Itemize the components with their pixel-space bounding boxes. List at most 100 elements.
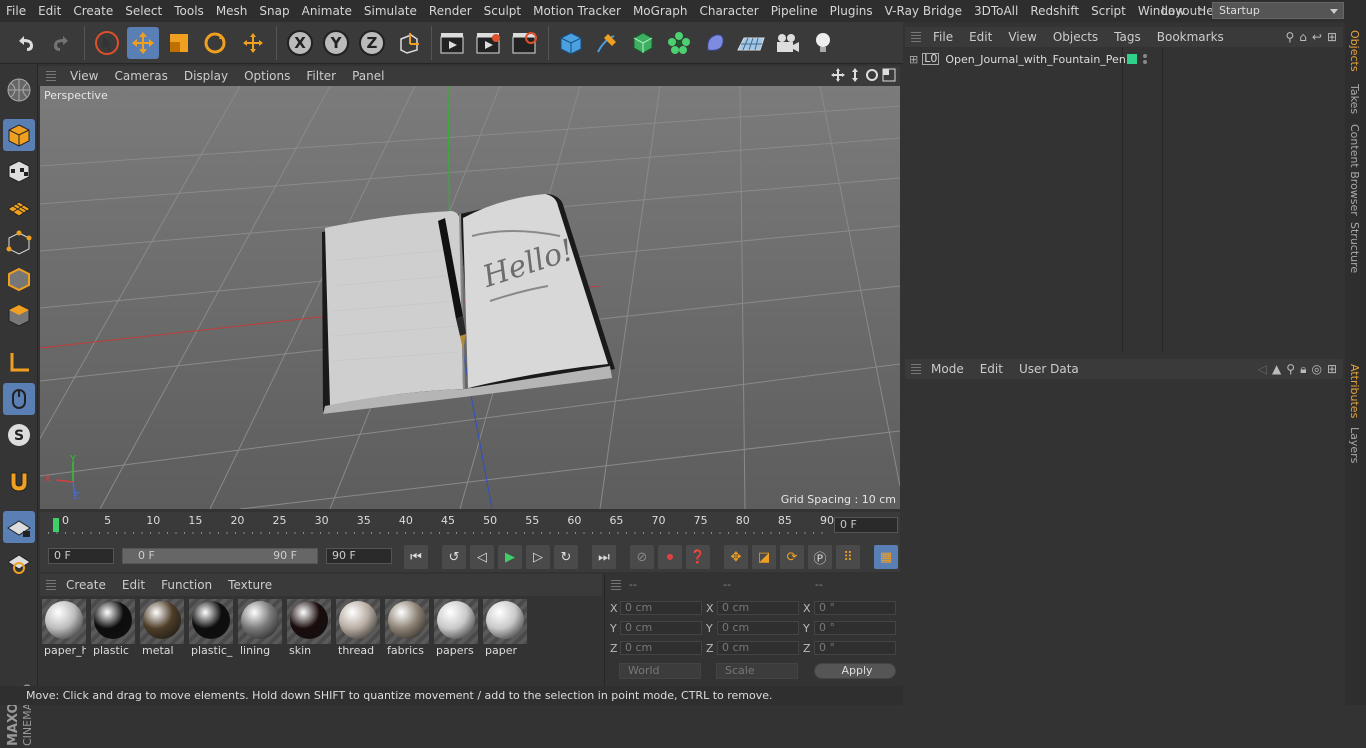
object-menu-tags[interactable]: Tags: [1106, 30, 1149, 44]
material-swatch[interactable]: fabrics: [385, 599, 429, 658]
preview-range-slider[interactable]: 0 F 90 F: [122, 548, 318, 564]
back-icon[interactable]: ↩: [1312, 30, 1322, 44]
target-icon[interactable]: ◎: [1311, 362, 1321, 377]
object-grip-icon[interactable]: [911, 32, 921, 42]
material-swatch[interactable]: plastic_(: [189, 599, 233, 658]
viewport-menu-panel[interactable]: Panel: [344, 69, 392, 83]
play-button[interactable]: ▶: [498, 545, 522, 569]
material-swatch[interactable]: thread: [336, 599, 380, 658]
cube-primitive-button[interactable]: [555, 27, 587, 59]
rot-b-field[interactable]: 0 °: [814, 641, 896, 655]
material-menu-edit[interactable]: Edit: [114, 578, 153, 592]
tab-structure[interactable]: Structure: [1348, 222, 1361, 273]
menu-plugins[interactable]: Plugins: [824, 4, 879, 18]
material-menu-function[interactable]: Function: [153, 578, 220, 592]
render-view-button[interactable]: [436, 27, 468, 59]
menu-pipeline[interactable]: Pipeline: [765, 4, 824, 18]
zoom-view-icon[interactable]: [848, 68, 862, 82]
key-rotation-button[interactable]: ⟳: [780, 545, 804, 569]
start-frame-field[interactable]: 0 F: [48, 548, 114, 564]
material-swatch[interactable]: papers: [434, 599, 478, 658]
previous-key-button[interactable]: ↺: [442, 545, 466, 569]
attribute-grip-icon[interactable]: [911, 364, 921, 374]
menu-select[interactable]: Select: [119, 4, 168, 18]
go-to-end-button[interactable]: ⏭: [592, 545, 616, 569]
viewport-camera-label[interactable]: Perspective: [44, 89, 108, 102]
select-tool-button[interactable]: [91, 27, 123, 59]
object-menu-file[interactable]: File: [925, 30, 961, 44]
enable-axis-button[interactable]: [3, 347, 35, 379]
size-z-field[interactable]: 0 cm: [717, 641, 799, 655]
attribute-menu-mode[interactable]: Mode: [923, 362, 972, 376]
tab-layers[interactable]: Layers: [1348, 427, 1361, 463]
object-row[interactable]: ⊞ L0 Open_Journal_with_Fountain_Pen: [905, 50, 1126, 68]
keyframe-selection-button[interactable]: ❓: [686, 545, 710, 569]
coordinate-space-select[interactable]: World: [619, 663, 701, 679]
apply-button[interactable]: Apply: [814, 663, 896, 679]
material-grip-icon[interactable]: [46, 580, 56, 590]
menu-redshift[interactable]: Redshift: [1024, 4, 1085, 18]
menu-render[interactable]: Render: [423, 4, 478, 18]
key-pla-button[interactable]: ⠿: [836, 545, 860, 569]
lock-icon[interactable]: 🔒︎: [1300, 362, 1306, 377]
z-axis-lock-button[interactable]: Z: [356, 27, 388, 59]
menu-edit[interactable]: Edit: [32, 4, 67, 18]
menu-animate[interactable]: Animate: [296, 4, 358, 18]
tab-objects[interactable]: Objects: [1348, 30, 1361, 72]
rotate-tool-button[interactable]: [199, 27, 231, 59]
maximize-view-icon[interactable]: [882, 68, 896, 82]
polygons-mode-button[interactable]: [3, 299, 35, 331]
material-swatch[interactable]: metal: [140, 599, 184, 658]
material-menu-create[interactable]: Create: [58, 578, 114, 592]
object-name[interactable]: Open_Journal_with_Fountain_Pen: [945, 53, 1125, 66]
go-to-start-button[interactable]: ⏮: [404, 545, 428, 569]
menu-mesh[interactable]: Mesh: [210, 4, 254, 18]
layout-select[interactable]: Startup: [1212, 2, 1344, 19]
search-icon[interactable]: ⚲: [1286, 362, 1295, 377]
autokey-button[interactable]: ⏺: [658, 545, 682, 569]
search-icon[interactable]: ⚲: [1285, 30, 1294, 44]
texture-mode-button[interactable]: [3, 155, 35, 187]
coordinates-grip-icon[interactable]: [611, 580, 621, 590]
menu-motion-tracker[interactable]: Motion Tracker: [527, 4, 627, 18]
render-picture-viewer-button[interactable]: [472, 27, 504, 59]
edges-mode-button[interactable]: [3, 263, 35, 295]
rot-p-field[interactable]: 0 °: [814, 621, 896, 635]
attribute-menu-edit[interactable]: Edit: [972, 362, 1011, 376]
subdivision-surface-button[interactable]: [627, 27, 659, 59]
tab-content-browser[interactable]: Content Browser: [1348, 124, 1361, 216]
size-y-field[interactable]: 0 cm: [717, 621, 799, 635]
menu-snap[interactable]: Snap: [253, 4, 295, 18]
pan-view-icon[interactable]: [831, 68, 845, 82]
menu-tools[interactable]: Tools: [168, 4, 210, 18]
menu-mograph[interactable]: MoGraph: [627, 4, 694, 18]
attribute-menu-user-data[interactable]: User Data: [1011, 362, 1087, 376]
viewport-menu-filter[interactable]: Filter: [298, 69, 344, 83]
material-swatch[interactable]: skin: [287, 599, 331, 658]
menu-script[interactable]: Script: [1085, 4, 1132, 18]
menu-character[interactable]: Character: [693, 4, 764, 18]
solo-button[interactable]: S: [3, 419, 35, 451]
key-parameter-button[interactable]: Ⓟ: [808, 545, 832, 569]
viewport-grip-icon[interactable]: [46, 71, 56, 81]
pos-x-field[interactable]: 0 cm: [620, 601, 702, 615]
next-key-button[interactable]: ↻: [554, 545, 578, 569]
object-menu-objects[interactable]: Objects: [1045, 30, 1106, 44]
tab-attributes[interactable]: Attributes: [1348, 364, 1361, 418]
material-swatch[interactable]: paper_h: [42, 599, 86, 658]
size-mode-select[interactable]: Scale: [716, 663, 798, 679]
pos-z-field[interactable]: 0 cm: [620, 641, 702, 655]
redo-button[interactable]: [45, 27, 77, 59]
workplane-mode-button[interactable]: [3, 191, 35, 223]
menu-3dtoall[interactable]: 3DToAll: [968, 4, 1024, 18]
transform-tool-button[interactable]: [237, 27, 269, 59]
material-swatch[interactable]: plastic: [91, 599, 135, 658]
floor-button[interactable]: [735, 27, 767, 59]
object-menu-bookmarks[interactable]: Bookmarks: [1149, 30, 1232, 44]
visibility-tag[interactable]: [1127, 54, 1137, 64]
menu-vray-bridge[interactable]: V-Ray Bridge: [879, 4, 968, 18]
size-x-field[interactable]: 0 cm: [717, 601, 799, 615]
y-axis-lock-button[interactable]: Y: [320, 27, 352, 59]
viewport-menu-options[interactable]: Options: [236, 69, 298, 83]
key-position-button[interactable]: ✥: [724, 545, 748, 569]
